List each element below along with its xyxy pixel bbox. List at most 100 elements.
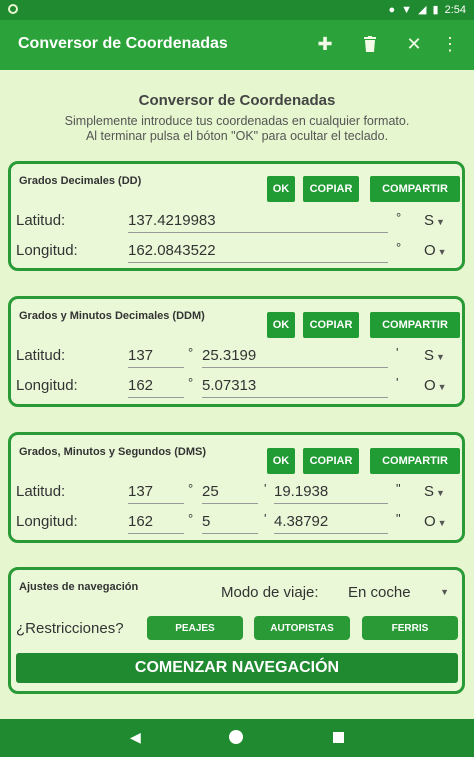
intro-line-2: Al terminar pulsa el bóton "OK" para ocu… <box>85 129 389 143</box>
ddm-share-button[interactable]: COMPARTIR <box>370 312 460 338</box>
dms-longitude-degrees-field[interactable]: 162 <box>128 513 184 534</box>
dms-latitude-direction-value: S <box>424 483 435 500</box>
home-icon[interactable] <box>229 730 243 744</box>
dd-card: Grados Decimales (DD) OK COPIAR COMPARTI… <box>8 161 465 271</box>
status-bar: ● ▼ ◢ ▮ 2:54 <box>0 0 474 20</box>
app-title: Conversor de Coordenadas <box>18 35 228 52</box>
ddm-latitude-row: Latitud: 137 ° 25.3199 ' S ▼ <box>16 345 456 369</box>
ddm-title: Grados y Minutos Decimales (DDM) <box>19 310 205 322</box>
dd-title: Grados Decimales (DD) <box>19 175 142 187</box>
dms-latitude-row: Latitud: 137 ° 25 ' 19.1938 " S ▼ <box>16 481 456 505</box>
dropdown-arrow-icon: ▼ <box>437 247 447 257</box>
dd-longitude-label: Longitud: <box>16 242 78 259</box>
ddm-latitude-direction[interactable]: S ▼ <box>424 347 445 364</box>
ddm-longitude-label: Longitud: <box>16 377 78 394</box>
ddm-latitude-degrees-field[interactable]: 137 <box>128 347 184 368</box>
dropdown-arrow-icon: ▼ <box>437 382 447 392</box>
dropdown-arrow-icon: ▼ <box>440 587 449 597</box>
ddm-card: Grados y Minutos Decimales (DDM) OK COPI… <box>8 296 465 407</box>
dd-latitude-label: Latitud: <box>16 212 66 229</box>
dms-share-button[interactable]: COMPARTIR <box>370 448 460 474</box>
system-nav-bar: ◀ <box>0 719 474 757</box>
ddm-longitude-row: Longitud: 162 ° 5.07313 ' O ▼ <box>16 375 456 399</box>
dd-longitude-direction[interactable]: O ▼ <box>424 242 447 259</box>
ddm-latitude-minutes-field[interactable]: 25.3199 <box>202 347 388 368</box>
intro-line-1: Simplemente introduce tus coordenadas en… <box>64 114 410 128</box>
dms-latitude-minutes-field[interactable]: 25 <box>202 483 258 504</box>
overflow-menu-icon[interactable]: ⋮ <box>436 30 464 58</box>
dd-share-button[interactable]: COMPARTIR <box>370 176 460 202</box>
page-title: Conversor de Coordenadas <box>138 92 336 109</box>
travel-mode-label: Modo de viaje: <box>221 584 319 601</box>
location-icon: ● <box>388 3 396 16</box>
intro: Conversor de Coordenadas Simplemente int… <box>0 92 474 144</box>
dd-longitude-row: Longitud: 162.0843522 ° O ▼ <box>16 240 456 264</box>
ddm-latitude-label: Latitud: <box>16 347 66 364</box>
notification-icon <box>8 4 18 14</box>
dms-latitude-seconds-field[interactable]: 19.1938 <box>274 483 388 504</box>
tolls-button[interactable]: PEAJES <box>147 616 243 640</box>
dms-card: Grados, Minutos y Segundos (DMS) OK COPI… <box>8 432 465 543</box>
dd-longitude-field[interactable]: 162.0843522 <box>128 242 388 263</box>
wifi-icon: ▼ <box>401 3 413 16</box>
dd-latitude-direction[interactable]: S ▼ <box>424 212 445 229</box>
dms-title: Grados, Minutos y Segundos (DMS) <box>19 446 207 458</box>
delete-icon[interactable] <box>356 30 384 58</box>
ddm-longitude-direction[interactable]: O ▼ <box>424 377 447 394</box>
degree-symbol: ° <box>396 240 402 255</box>
ddm-ok-button[interactable]: OK <box>267 312 295 338</box>
dms-latitude-direction[interactable]: S ▼ <box>424 483 445 500</box>
travel-mode-value: En coche <box>348 584 411 601</box>
degree-symbol: ° <box>188 511 194 526</box>
dms-longitude-row: Longitud: 162 ° 5 ' 4.38792 " O ▼ <box>16 511 456 535</box>
degree-symbol: ° <box>188 345 194 360</box>
travel-mode-select[interactable]: En coche ▼ <box>348 584 453 601</box>
dropdown-arrow-icon: ▼ <box>436 352 445 362</box>
ferries-button[interactable]: FERRIS <box>362 616 458 640</box>
start-navigation-button[interactable]: COMENZAR NAVEGACIÓN <box>16 653 458 683</box>
ddm-longitude-direction-value: O <box>424 377 436 394</box>
dropdown-arrow-icon: ▼ <box>436 488 445 498</box>
dd-latitude-direction-value: S <box>424 212 435 229</box>
second-symbol: " <box>396 481 401 496</box>
dms-copy-button[interactable]: COPIAR <box>303 448 359 474</box>
dms-ok-button[interactable]: OK <box>267 448 295 474</box>
dms-longitude-direction[interactable]: O ▼ <box>424 513 447 530</box>
second-symbol: " <box>396 511 401 526</box>
degree-symbol: ° <box>396 210 402 225</box>
dropdown-arrow-icon: ▼ <box>437 518 447 528</box>
app-bar: Conversor de Coordenadas ✚ ✕ ⋮ <box>0 20 474 70</box>
recents-icon[interactable] <box>333 732 344 743</box>
add-icon[interactable]: ✚ <box>311 30 339 58</box>
battery-icon: ▮ <box>432 4 439 16</box>
degree-symbol: ° <box>188 481 194 496</box>
dms-longitude-label: Longitud: <box>16 513 78 530</box>
dd-copy-button[interactable]: COPIAR <box>303 176 359 202</box>
restrictions-label: ¿Restricciones? <box>16 620 124 637</box>
dms-latitude-label: Latitud: <box>16 483 66 500</box>
minute-symbol: ' <box>264 481 267 496</box>
minute-symbol: ' <box>396 345 399 360</box>
dms-longitude-minutes-field[interactable]: 5 <box>202 513 258 534</box>
dms-latitude-degrees-field[interactable]: 137 <box>128 483 184 504</box>
dd-latitude-field[interactable]: 137.4219983 <box>128 212 388 233</box>
highways-button[interactable]: AUTOPISTAS <box>254 616 350 640</box>
minute-symbol: ' <box>264 511 267 526</box>
dms-longitude-direction-value: O <box>424 513 436 530</box>
status-time: 2:54 <box>444 3 466 16</box>
dd-ok-button[interactable]: OK <box>267 176 295 202</box>
navigation-title: Ajustes de navegación <box>19 581 139 593</box>
ddm-longitude-degrees-field[interactable]: 162 <box>128 377 184 398</box>
ddm-longitude-minutes-field[interactable]: 5.07313 <box>202 377 388 398</box>
dd-longitude-direction-value: O <box>424 242 436 259</box>
back-icon[interactable]: ◀ <box>130 729 141 746</box>
dropdown-arrow-icon: ▼ <box>436 217 445 227</box>
minute-symbol: ' <box>396 375 399 390</box>
degree-symbol: ° <box>188 375 194 390</box>
dms-longitude-seconds-field[interactable]: 4.38792 <box>274 513 388 534</box>
ddm-latitude-direction-value: S <box>424 347 435 364</box>
ddm-copy-button[interactable]: COPIAR <box>303 312 359 338</box>
dd-latitude-row: Latitud: 137.4219983 ° S ▼ <box>16 210 456 234</box>
close-icon[interactable]: ✕ <box>400 30 428 58</box>
signal-icon: ◢ <box>418 4 427 16</box>
